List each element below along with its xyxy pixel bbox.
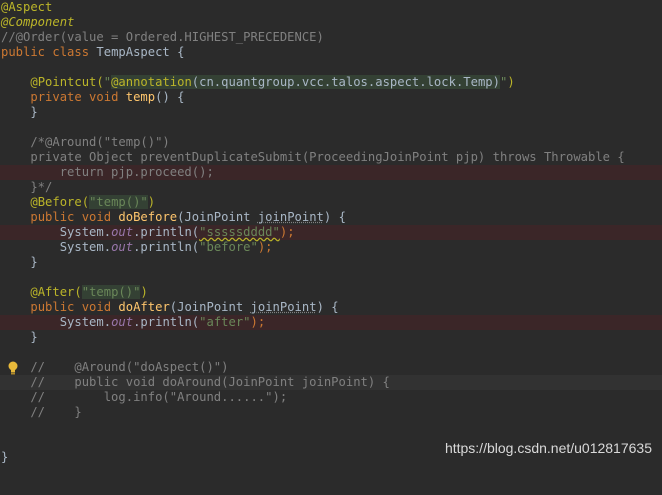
annotation-aspect: @Aspect xyxy=(1,0,53,14)
statement-end: ); xyxy=(250,315,266,329)
line-comment: // } xyxy=(1,405,82,419)
lightbulb-icon[interactable] xyxy=(8,361,18,375)
block-comment: private Object preventDuplicateSubmit(Pr… xyxy=(1,150,625,164)
keyword-public-void: public void xyxy=(30,300,119,314)
method-name-dobefore: doBefore xyxy=(118,210,178,224)
param-type: (JoinPoint xyxy=(169,300,251,314)
paren-close: ) xyxy=(507,75,515,89)
statement-end: ); xyxy=(257,240,273,254)
code-line-16[interactable]: System.out.println("sssssdddd"); xyxy=(0,225,662,240)
code-line-7[interactable]: private void temp() { xyxy=(0,90,662,105)
statement-end: ); xyxy=(279,225,295,239)
code-editor[interactable]: @Aspect @Component //@Order(value = Orde… xyxy=(0,0,662,469)
code-line-23[interactable]: } xyxy=(0,330,662,345)
println-call: .println( xyxy=(133,225,200,239)
field-out: out xyxy=(111,315,134,329)
annotation-after: @After( xyxy=(30,285,82,299)
code-line-6[interactable]: @Pointcut("@annotation(cn.quantgroup.vcc… xyxy=(0,75,662,90)
field-out: out xyxy=(111,225,134,239)
code-line-21[interactable]: public void doAfter(JoinPoint joinPoint)… xyxy=(0,300,662,315)
method-name-doafter: doAfter xyxy=(118,300,170,314)
method-open: ) { xyxy=(316,300,339,314)
string-pointcut-ref: "temp()" xyxy=(89,195,148,209)
keyword-private-void: private void xyxy=(30,90,126,104)
system-class: System. xyxy=(59,315,112,329)
code-line-4[interactable]: public class TempAspect { xyxy=(0,45,662,60)
string-literal: "before" xyxy=(199,240,258,254)
code-line-13[interactable]: }*/ xyxy=(0,180,662,195)
code-line-12[interactable]: return pjp.proceed(); xyxy=(0,165,662,180)
code-line-8[interactable]: } xyxy=(0,105,662,120)
code-line-17[interactable]: System.out.println("before"); xyxy=(0,240,662,255)
comment-order: //@Order(value = Ordered.HIGHEST_PRECEDE… xyxy=(1,30,324,44)
block-comment: }*/ xyxy=(1,180,53,194)
closing-brace: } xyxy=(1,330,38,344)
code-line-15[interactable]: public void doBefore(JoinPoint joinPoint… xyxy=(0,210,662,225)
system-class: System. xyxy=(59,225,112,239)
field-out: out xyxy=(111,240,134,254)
watermark-url: https://blog.csdn.net/u012817635 xyxy=(444,440,652,456)
annotation-before: @Before( xyxy=(30,195,90,209)
annotation-keyword: @annotation xyxy=(111,75,192,89)
param-joinpoint: joinPoint xyxy=(257,210,324,224)
param-type: (JoinPoint xyxy=(177,210,258,224)
code-line-2[interactable]: @Component xyxy=(0,15,662,30)
block-comment: /*@Around("temp()") xyxy=(1,135,170,149)
string-pointcut-ref: "temp()" xyxy=(81,285,141,299)
param-joinpoint: joinPoint xyxy=(250,300,317,314)
code-line-28[interactable]: // } xyxy=(0,405,662,420)
class-closing-brace: } xyxy=(1,450,9,464)
keyword-public-class: public class xyxy=(1,45,97,59)
code-line-25[interactable]: // @Around("doAspect()") xyxy=(0,360,662,375)
closing-brace: } xyxy=(1,255,38,269)
annotation-pointcut: @Pointcut( xyxy=(30,75,104,89)
keyword-public-void: public void xyxy=(30,210,119,224)
paren-close: ) xyxy=(147,195,156,209)
block-comment: return pjp.proceed(); xyxy=(1,165,214,179)
annotation-component: @Component xyxy=(1,15,75,29)
paren-close: ) xyxy=(140,285,148,299)
code-line-26[interactable]: // public void doAround(JoinPoint joinPo… xyxy=(0,375,662,390)
code-line-11[interactable]: private Object preventDuplicateSubmit(Pr… xyxy=(0,150,662,165)
method-name-temp: temp xyxy=(125,90,156,104)
closing-brace: } xyxy=(1,105,38,119)
code-line-14[interactable]: @Before("temp()") xyxy=(0,195,662,210)
string-quote: " xyxy=(103,75,112,89)
code-line-27[interactable]: // log.info("Around......"); xyxy=(0,390,662,405)
method-open: ) { xyxy=(323,210,346,224)
code-line-1[interactable]: @Aspect xyxy=(0,0,662,15)
string-literal: "sssssdddd" xyxy=(199,225,280,239)
line-comment: // log.info("Around......"); xyxy=(1,390,288,404)
code-line-3[interactable]: //@Order(value = Ordered.HIGHEST_PRECEDE… xyxy=(0,30,662,45)
method-signature: () { xyxy=(155,90,185,104)
annotation-target: (cn.quantgroup.vcc.talos.aspect.lock.Tem… xyxy=(191,75,500,89)
class-name: TempAspect { xyxy=(96,45,185,59)
code-line-22[interactable]: System.out.println("after"); xyxy=(0,315,662,330)
line-comment: // @Around("doAspect()") xyxy=(1,360,229,374)
code-line-10[interactable]: /*@Around("temp()") xyxy=(0,135,662,150)
println-call: .println( xyxy=(133,315,200,329)
line-comment: // public void doAround(JoinPoint joinPo… xyxy=(1,375,390,389)
code-line-18[interactable]: } xyxy=(0,255,662,270)
code-line-20[interactable]: @After("temp()") xyxy=(0,285,662,300)
println-call: .println( xyxy=(133,240,200,254)
string-literal: "after" xyxy=(199,315,251,329)
system-class: System. xyxy=(59,240,112,254)
